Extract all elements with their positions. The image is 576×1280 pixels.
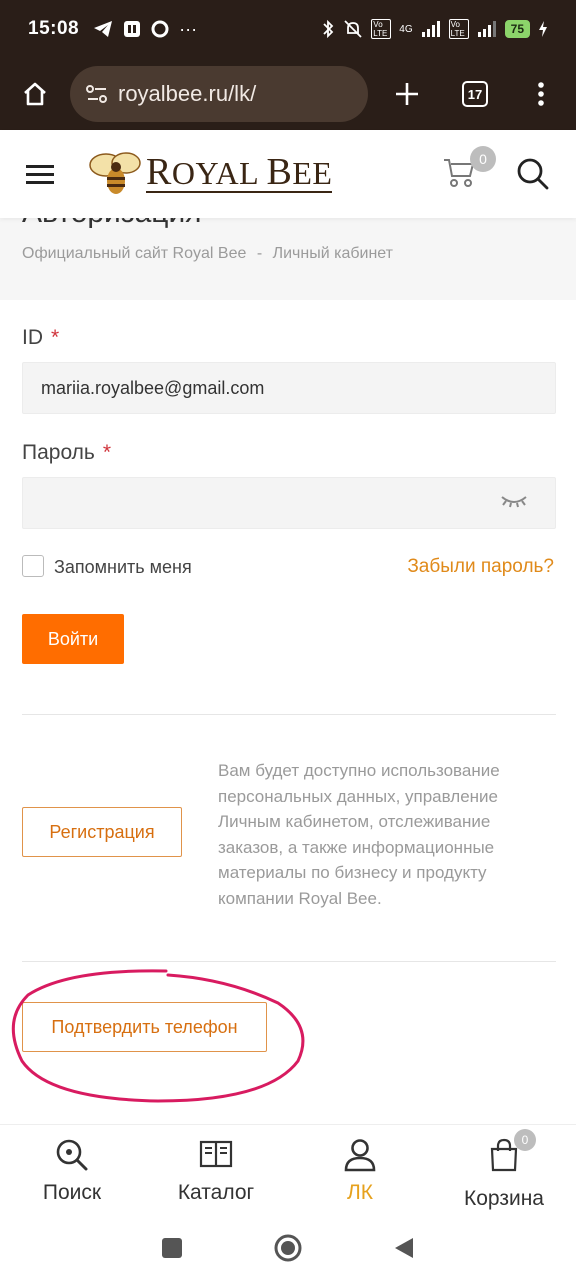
- required-mark: *: [51, 326, 60, 349]
- bottom-navigation: Поиск Каталог ЛК 0 Корзина: [0, 1124, 576, 1216]
- royal-bee-logo[interactable]: ROYAL BEE: [88, 149, 333, 199]
- status-time: 15:08: [28, 18, 80, 39]
- nav-cart-badge: 0: [514, 1129, 536, 1151]
- breadcrumb: Официальный сайт Royal Bee - Личный каби…: [22, 245, 393, 263]
- register-info-text: Вам будет доступно использование персона…: [218, 761, 500, 908]
- bluetooth-icon: [323, 19, 334, 39]
- page-title: Авторизация: [22, 218, 201, 230]
- password-input[interactable]: [22, 477, 556, 529]
- book-icon[interactable]: [198, 1137, 234, 1173]
- volte-icon: Vo LTE: [371, 19, 392, 39]
- divider: [22, 714, 556, 715]
- signal-icon: [421, 21, 440, 37]
- password-label: Пароль *: [22, 441, 112, 464]
- new-tab-icon[interactable]: [390, 77, 424, 111]
- system-navigation-bar: [0, 1216, 576, 1280]
- hidden-eye-icon[interactable]: [500, 491, 528, 511]
- nav-account[interactable]: ЛК: [288, 1125, 432, 1216]
- header-cart-button[interactable]: 0: [442, 146, 496, 194]
- nav-cart-label[interactable]: Корзина: [464, 1187, 544, 1211]
- required-mark: *: [102, 441, 112, 464]
- site-header: ROYAL BEE 0: [0, 130, 576, 218]
- breadcrumb-area: Авторизация Официальный сайт Royal Bee -…: [0, 218, 576, 300]
- telegram-icon: [94, 21, 113, 37]
- system-icons: Vo LTE 4G Vo LTE 75: [321, 19, 548, 39]
- menu-icon[interactable]: [26, 160, 54, 189]
- id-label: ID *: [22, 326, 60, 349]
- nav-cart[interactable]: 0 Корзина: [432, 1125, 576, 1216]
- charging-icon: [539, 21, 547, 37]
- app-icon: [124, 21, 141, 37]
- user-icon[interactable]: [342, 1137, 378, 1173]
- status-bar: 15:08 ··· Vo LTE 4G Vo LTE 75: [0, 0, 576, 58]
- mute-icon: [344, 20, 362, 38]
- nav-account-label[interactable]: ЛК: [347, 1181, 373, 1205]
- site-settings-icon[interactable]: [84, 81, 110, 107]
- back-icon[interactable]: [393, 1236, 415, 1260]
- search-icon[interactable]: [54, 1137, 90, 1173]
- recents-icon[interactable]: [161, 1237, 183, 1259]
- network-type: 4G: [399, 23, 413, 35]
- home-icon[interactable]: [18, 77, 52, 111]
- confirm-phone-button[interactable]: Подтвердить телефон: [22, 1002, 267, 1052]
- tab-count[interactable]: 17: [462, 81, 488, 107]
- url-text[interactable]: royalbee.ru/lk/: [118, 81, 256, 107]
- nav-search-label[interactable]: Поиск: [43, 1181, 101, 1205]
- browser-toolbar: royalbee.ru/lk/ 17: [0, 58, 576, 130]
- signal-icon-2: [477, 21, 496, 37]
- login-button[interactable]: Войти: [22, 614, 124, 664]
- notification-icons: ···: [93, 19, 197, 40]
- home-button-icon[interactable]: [273, 1233, 303, 1263]
- id-input[interactable]: mariia.royalbee@gmail.com: [22, 362, 556, 414]
- volte-icon-2: Vo LTE: [448, 19, 469, 39]
- logo-text: ROYAL BEE: [146, 151, 333, 193]
- more-menu-icon[interactable]: [524, 77, 558, 111]
- register-button[interactable]: Регистрация: [22, 807, 182, 857]
- circle-icon: [151, 20, 169, 38]
- forgot-password-link[interactable]: Забыли пароль?: [407, 556, 554, 578]
- breadcrumb-separator: -: [256, 245, 263, 262]
- divider: [22, 961, 556, 962]
- tabs-button[interactable]: 17: [458, 77, 492, 111]
- nav-catalog[interactable]: Каталог: [144, 1125, 288, 1216]
- more-notifications-icon: ···: [179, 18, 198, 39]
- search-icon[interactable]: [516, 157, 550, 191]
- remember-me-checkbox[interactable]: [22, 555, 44, 577]
- battery-icon: 75: [504, 20, 530, 38]
- address-bar[interactable]: royalbee.ru/lk/: [70, 66, 368, 122]
- cart-count-badge: 0: [470, 146, 496, 172]
- nav-catalog-label[interactable]: Каталог: [178, 1181, 254, 1205]
- remember-me-label[interactable]: Запомнить меня: [54, 557, 192, 578]
- breadcrumb-current: Личный кабинет: [272, 245, 393, 262]
- bee-logo-icon: [89, 152, 141, 194]
- nav-search[interactable]: Поиск: [0, 1125, 144, 1216]
- breadcrumb-home-link[interactable]: Официальный сайт Royal Bee: [22, 245, 246, 262]
